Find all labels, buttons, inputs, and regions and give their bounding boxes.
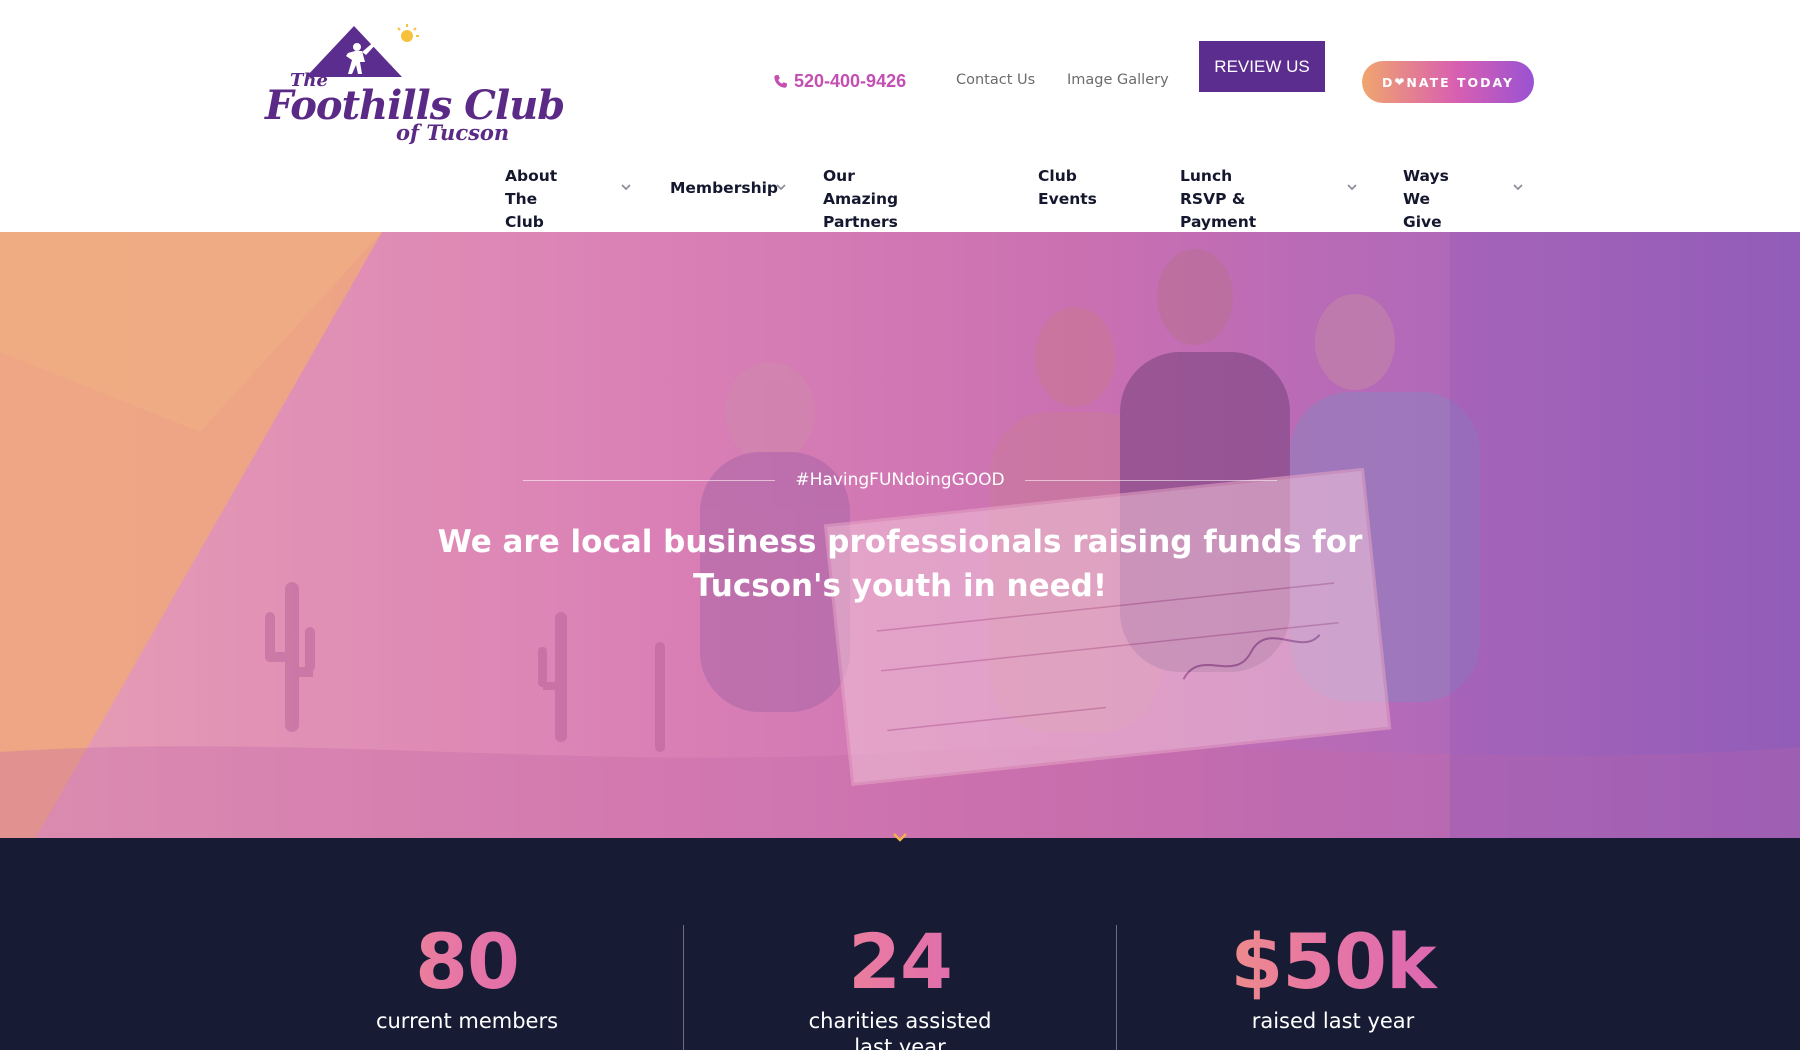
heart-icon: ❤ (1394, 75, 1407, 89)
stat-label: raised last year (1251, 1009, 1415, 1033)
stats-section: 80 current members 24 charities assisted… (0, 838, 1800, 1050)
stat-value: 80 (267, 918, 667, 1006)
site-header: The Foothills Club of Tucson 520-400-942… (0, 0, 1800, 232)
donate-label-end: NATE TODAY (1406, 74, 1515, 90)
phone-icon (774, 75, 787, 88)
scroll-down-icon[interactable] (892, 830, 908, 844)
nav-item-label: Lunch RSVP & Payment (1180, 167, 1257, 231)
donate-label-start: D (1381, 74, 1395, 90)
chevron-down-icon[interactable] (776, 182, 786, 192)
nav-item-label: About The Club (505, 167, 558, 231)
nav-item-membership[interactable]: Membership (670, 177, 778, 200)
stat-value: $50k (1133, 918, 1533, 1006)
hero-tagline-row: #HavingFUNdoingGOOD (523, 468, 1277, 492)
stat-divider (1116, 925, 1117, 1050)
phone-number: 520-400-9426 (794, 71, 907, 91)
stat-current-members: 80 current members (267, 918, 667, 1034)
nav-item-lunch-rsvp-payment[interactable]: Lunch RSVP & Payment (1180, 165, 1256, 234)
nav-item-label: Club Events (1038, 167, 1097, 208)
nav-item-about-the-club[interactable]: About The Club (505, 165, 557, 234)
nav-item-our-amazing-partners[interactable]: Our Amazing Partners (823, 165, 898, 234)
stat-divider (683, 925, 684, 1050)
chevron-down-icon[interactable] (1347, 182, 1357, 192)
hero-tagline: #HavingFUNdoingGOOD (795, 470, 1005, 490)
hero-title: We are local business professionals rais… (437, 524, 1363, 604)
phone-link[interactable]: 520-400-9426 (773, 71, 906, 92)
chevron-down-icon[interactable] (621, 182, 631, 192)
contact-us-link[interactable]: Contact Us (956, 72, 1035, 88)
review-us-button[interactable]: REVIEW US (1199, 41, 1325, 92)
stat-value: 24 (700, 918, 1100, 1006)
nav-item-label: Our Amazing Partners (823, 167, 899, 231)
stat-label: charities assisted last year (808, 1009, 992, 1050)
nav-item-ways-we-give[interactable]: Ways We Give (1403, 165, 1449, 234)
site-logo[interactable]: The Foothills Club of Tucson (262, 22, 565, 152)
stat-charities-assisted: 24 charities assisted last year (700, 918, 1100, 1050)
logo-text-city: of Tucson (396, 120, 510, 145)
nav-item-label: Membership (670, 179, 779, 197)
donate-today-button[interactable]: D ❤ NATE TODAY (1362, 61, 1534, 103)
image-gallery-link[interactable]: Image Gallery (1067, 72, 1169, 88)
hero-section: #HavingFUNdoingGOOD We are local busines… (0, 232, 1800, 839)
chevron-down-icon[interactable] (1513, 182, 1523, 192)
nav-item-label: Ways We Give (1403, 167, 1449, 231)
stat-label: current members (375, 1009, 559, 1033)
nav-item-club-events[interactable]: Club Events (1038, 165, 1097, 211)
stat-raised-last-year: $50k raised last year (1133, 918, 1533, 1034)
